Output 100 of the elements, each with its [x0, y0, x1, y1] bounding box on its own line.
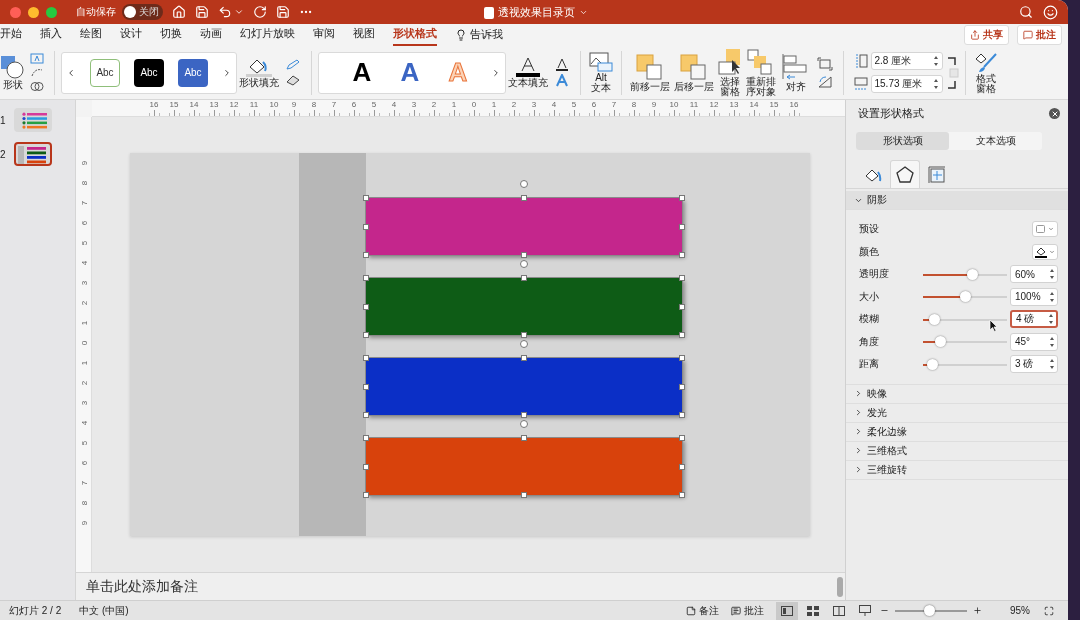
resize-handle[interactable]	[521, 355, 527, 361]
resize-handle[interactable]	[521, 195, 527, 201]
resize-handle[interactable]	[679, 383, 685, 390]
caret-icon[interactable]	[579, 8, 588, 17]
arrange-button[interactable]: 对齐	[778, 52, 813, 93]
ribbon-tab[interactable]: 审阅	[313, 24, 335, 46]
scrollbar-thumb[interactable]	[837, 577, 843, 597]
resize-handle[interactable]	[521, 412, 527, 418]
resize-handle[interactable]	[679, 355, 685, 361]
notes-button[interactable]: 备注	[686, 603, 719, 618]
shape-style-swatch[interactable]: Abc	[178, 58, 208, 87]
language-label[interactable]: 中文 (中国)	[79, 603, 129, 618]
lock-ratio-icon[interactable]	[946, 54, 959, 91]
preset-dropdown[interactable]	[1032, 221, 1058, 238]
resize-handle[interactable]	[521, 332, 527, 338]
rotate-icon[interactable]	[816, 74, 833, 88]
ribbon-tab[interactable]: 切换	[160, 24, 182, 46]
smiley-icon[interactable]	[1043, 4, 1058, 20]
ribbon-tab[interactable]: 插入	[40, 24, 62, 46]
comments-button[interactable]: 批注	[1017, 25, 1062, 45]
text-box-icon[interactable]	[30, 53, 44, 64]
resize-handle[interactable]	[363, 435, 369, 441]
arrange-button[interactable]: 后移一层	[672, 52, 716, 93]
resize-handle[interactable]	[521, 435, 527, 441]
resize-handle[interactable]	[679, 463, 685, 470]
scroll-left-icon[interactable]	[66, 67, 76, 78]
ribbon-tab[interactable]: 绘图	[80, 24, 102, 46]
save-as-icon[interactable]	[276, 5, 290, 19]
arrange-button[interactable]: 重新排序对象	[744, 47, 779, 98]
merge-shapes-icon[interactable]	[30, 81, 44, 92]
group-icon[interactable]	[816, 57, 833, 71]
scroll-right-icon[interactable]	[222, 67, 232, 78]
rotation-handle[interactable]	[520, 260, 528, 268]
resize-handle[interactable]	[521, 492, 527, 498]
stepper-icon[interactable]	[1049, 358, 1055, 371]
value-field[interactable]: 3 磅	[1010, 355, 1058, 374]
minimize-window-button[interactable]	[28, 6, 39, 18]
wordart-style[interactable]: A	[347, 57, 377, 88]
undo-icon[interactable]	[218, 5, 232, 19]
fit-to-window-icon[interactable]	[1044, 605, 1054, 616]
search-icon[interactable]	[1019, 5, 1033, 19]
options-tab[interactable]: 文本选项	[949, 132, 1042, 150]
resize-handle[interactable]	[679, 492, 685, 498]
resize-handle[interactable]	[363, 195, 369, 201]
tell-me-link[interactable]: 告诉我	[470, 28, 503, 42]
resize-handle[interactable]	[679, 195, 685, 201]
resize-handle[interactable]	[679, 223, 685, 230]
redo-icon[interactable]	[253, 5, 267, 19]
resize-handle[interactable]	[363, 332, 369, 338]
height-field[interactable]: 2.8 厘米	[870, 52, 943, 70]
format-pane-button[interactable]: 格式窗格	[971, 50, 1000, 95]
value-field[interactable]: 60%	[1010, 265, 1058, 284]
shape-fill-button[interactable]: 形状填充	[237, 56, 281, 89]
scroll-right-icon[interactable]	[491, 67, 501, 78]
resize-handle[interactable]	[521, 252, 527, 258]
resize-handle[interactable]	[363, 463, 369, 470]
text-fill-button[interactable]: 文本填充	[506, 56, 550, 89]
width-field[interactable]: 15.73 厘米	[870, 75, 943, 93]
ribbon-tab[interactable]: 视图	[353, 24, 375, 46]
resize-handle[interactable]	[363, 223, 369, 230]
shape-style-swatch[interactable]: Abc	[90, 58, 120, 87]
zoom-thumb[interactable]	[924, 605, 936, 616]
resize-handle[interactable]	[363, 275, 369, 281]
slider-thumb[interactable]	[927, 358, 939, 370]
stepper-icon[interactable]	[1048, 313, 1054, 326]
stepper-icon[interactable]	[1049, 290, 1055, 303]
options-tab[interactable]: 形状选项	[856, 132, 949, 150]
stepper-icon[interactable]	[1049, 335, 1055, 348]
eraser-icon[interactable]	[285, 74, 301, 86]
ribbon-tab[interactable]: 开始	[0, 24, 22, 46]
value-field[interactable]: 100%	[1010, 287, 1058, 306]
resize-handle[interactable]	[363, 383, 369, 390]
autosave-toggle[interactable]: 关闭	[122, 4, 163, 20]
resize-handle[interactable]	[679, 412, 685, 418]
resize-handle[interactable]	[679, 275, 685, 281]
resize-handle[interactable]	[363, 303, 369, 310]
ribbon-tab[interactable]: 幻灯片放映	[240, 24, 295, 46]
wordart-style[interactable]: A	[395, 57, 425, 88]
stepper-icon[interactable]	[932, 78, 939, 90]
resize-handle[interactable]	[521, 275, 527, 281]
value-field[interactable]: 4 磅	[1010, 310, 1058, 329]
slider-thumb[interactable]	[959, 291, 971, 303]
close-pane-button[interactable]	[1049, 108, 1060, 119]
resize-handle[interactable]	[679, 332, 685, 338]
share-button[interactable]: 共享	[964, 25, 1009, 45]
rotation-handle[interactable]	[520, 340, 528, 348]
shape-style-swatch[interactable]: Abc	[134, 58, 164, 87]
stepper-icon[interactable]	[932, 55, 939, 67]
alt-text-button[interactable]: Alt 文本	[587, 51, 615, 94]
zoom-window-button[interactable]	[46, 6, 57, 18]
resize-handle[interactable]	[679, 252, 685, 258]
caret-icon[interactable]	[234, 7, 244, 17]
notes-placeholder[interactable]: 单击此处添加备注	[86, 577, 198, 596]
ribbon-tab[interactable]: 设计	[120, 24, 142, 46]
text-outline-icon[interactable]	[554, 58, 570, 71]
arrange-button[interactable]: 前移一层	[628, 52, 672, 93]
zoom-in-icon[interactable]	[973, 606, 982, 615]
resize-handle[interactable]	[363, 355, 369, 361]
arrange-button[interactable]: 选择窗格	[716, 47, 744, 98]
slide-thumbnail[interactable]	[18, 146, 48, 164]
